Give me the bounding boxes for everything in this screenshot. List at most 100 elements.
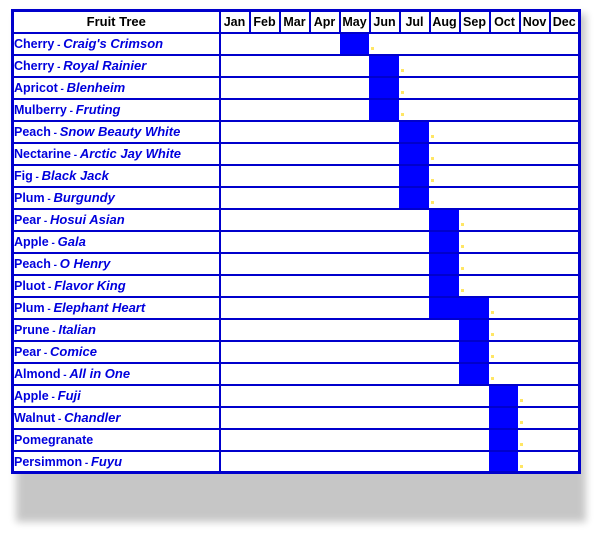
harvest-slot-empty-mar [280, 386, 310, 406]
harvest-slot-empty-mar [280, 34, 310, 54]
harvest-bar-sep [458, 341, 489, 362]
fruit-variety-label: Fuyu [90, 453, 123, 469]
harvest-slot-empty-aug [429, 78, 459, 98]
harvest-slot-empty-nov [518, 144, 548, 164]
harvest-slot-empty-may [340, 210, 370, 230]
harvest-slot-empty-nov [518, 56, 548, 76]
harvest-slot-empty-jun [369, 276, 399, 296]
harvest-slot-empty-nov [518, 166, 548, 186]
harvest-slot-empty-aug [429, 320, 459, 340]
harvest-slot-empty-feb [250, 320, 280, 340]
harvest-bar-track [221, 33, 579, 54]
harvest-slot-empty-jan [221, 122, 251, 142]
harvest-slot-empty-may [340, 232, 370, 252]
harvest-slot-empty-mar [280, 408, 310, 428]
fruit-tree-name-cell: Fig - Black Jack [11, 163, 221, 188]
fruit-variety-label: Elephant Heart [53, 300, 146, 315]
harvest-slot-empty-may [340, 386, 370, 406]
harvest-slot-empty-jun [369, 232, 399, 252]
fruit-variety-label: Flavor King [54, 278, 126, 293]
harvest-slot-empty-jan [221, 364, 251, 384]
harvest-slot-empty-oct [489, 342, 519, 362]
harvest-bar-aug [429, 209, 459, 230]
harvest-slot-empty-feb [250, 166, 280, 186]
table-row: Nectarine - Arctic Jay White [11, 141, 581, 166]
harvest-slot-empty-jan [221, 342, 251, 362]
harvest-slot-empty-may [340, 276, 370, 296]
harvest-slot-empty-jun [369, 342, 399, 362]
column-header-month-aug: Aug [428, 9, 461, 34]
table-header: Fruit Tree Jan Feb Mar Apr May Jun Jul Aug Sep Oc… [11, 9, 581, 34]
harvest-slot-empty-sep [459, 78, 489, 98]
harvest-slot-empty-dec [548, 298, 578, 318]
harvest-slot-empty-jun [369, 452, 399, 472]
harvest-bar-track [221, 341, 579, 362]
harvest-slot-empty-nov [518, 210, 548, 230]
harvest-slot-empty-dec [548, 210, 578, 230]
name-separator: - [70, 150, 80, 161]
harvest-slot-empty-sep [459, 100, 489, 120]
name-separator: - [54, 62, 64, 73]
harvest-slot-empty-jul [399, 100, 429, 120]
fruit-tree-name-cell: Pluot - Flavor King [11, 273, 221, 298]
harvest-slot-empty-jan [221, 166, 251, 186]
harvest-timeline-cell [218, 185, 581, 210]
table-row: Apricot - Blenheim [11, 75, 581, 100]
table-row: Walnut - Chandler [11, 405, 581, 430]
harvest-slot-empty-dec [548, 364, 578, 384]
fruit-tree-name-cell: Cherry - Craig's Crimson [11, 31, 221, 56]
fruit-variety-label: Hosui Asian [50, 212, 125, 227]
fruit-tree-name-cell: Nectarine - Arctic Jay White [11, 141, 221, 166]
harvest-slot-empty-nov [518, 100, 548, 120]
fruit-tree-name-cell: Apricot - Blenheim [11, 75, 221, 100]
harvest-slot-empty-sep [459, 276, 489, 296]
fruit-variety-label: All in One [69, 366, 131, 381]
harvest-bar-track [221, 55, 579, 76]
harvest-slot-empty-oct [489, 320, 519, 340]
harvest-slot-empty-feb [250, 408, 280, 428]
table-row: Fig - Black Jack [11, 163, 581, 188]
fruit-variety-label: Snow Beauty White [59, 124, 181, 139]
harvest-slot-empty-apr [310, 254, 340, 274]
harvest-bar-jul [399, 187, 430, 208]
column-header-month-jul: Jul [398, 9, 431, 34]
harvest-slot-empty-mar [280, 364, 310, 384]
name-separator: - [66, 106, 76, 117]
column-header-month-apr: Apr [308, 9, 341, 34]
name-separator: - [32, 172, 42, 183]
harvest-slot-empty-jan [221, 254, 251, 274]
harvest-slot-empty-oct [489, 100, 519, 120]
harvest-slot-empty-oct [489, 298, 519, 318]
table-row: Mulberry - Fruting [11, 97, 581, 122]
harvest-slot-empty-apr [310, 364, 340, 384]
table-row: Plum - Burgundy [11, 185, 581, 210]
harvest-slot-empty-aug [429, 386, 459, 406]
harvest-timeline-cell [218, 251, 581, 276]
name-separator: - [54, 40, 64, 51]
harvest-slot-empty-aug [429, 408, 459, 428]
name-separator: - [48, 392, 58, 403]
harvest-slot-empty-sep [459, 56, 489, 76]
table-row: Almond - All in One [11, 361, 581, 386]
harvest-slot-empty-jan [221, 320, 251, 340]
harvest-slot-empty-sep [459, 210, 489, 230]
harvest-slot-empty-feb [250, 386, 280, 406]
harvest-slot-empty-oct [489, 210, 519, 230]
harvest-slot-empty-aug [429, 144, 459, 164]
harvest-slot-empty-dec [548, 232, 578, 252]
harvest-slot-empty-feb [250, 298, 280, 318]
name-separator: - [57, 84, 67, 95]
harvest-slot-empty-jun [369, 34, 399, 54]
harvest-slot-empty-may [340, 452, 370, 472]
harvest-slot-empty-may [340, 408, 370, 428]
harvest-slot-empty-jun [369, 210, 399, 230]
harvest-slot-empty-may [340, 188, 370, 208]
harvest-slot-empty-jul [399, 386, 429, 406]
harvest-slot-empty-aug [429, 430, 459, 450]
harvest-slot-empty-mar [280, 452, 310, 472]
harvest-slot-empty-aug [429, 342, 459, 362]
column-header-month-jun: Jun [368, 9, 401, 34]
harvest-slot-empty-aug [429, 364, 459, 384]
harvest-bar-jun [369, 55, 400, 76]
harvest-slot-empty-mar [280, 232, 310, 252]
